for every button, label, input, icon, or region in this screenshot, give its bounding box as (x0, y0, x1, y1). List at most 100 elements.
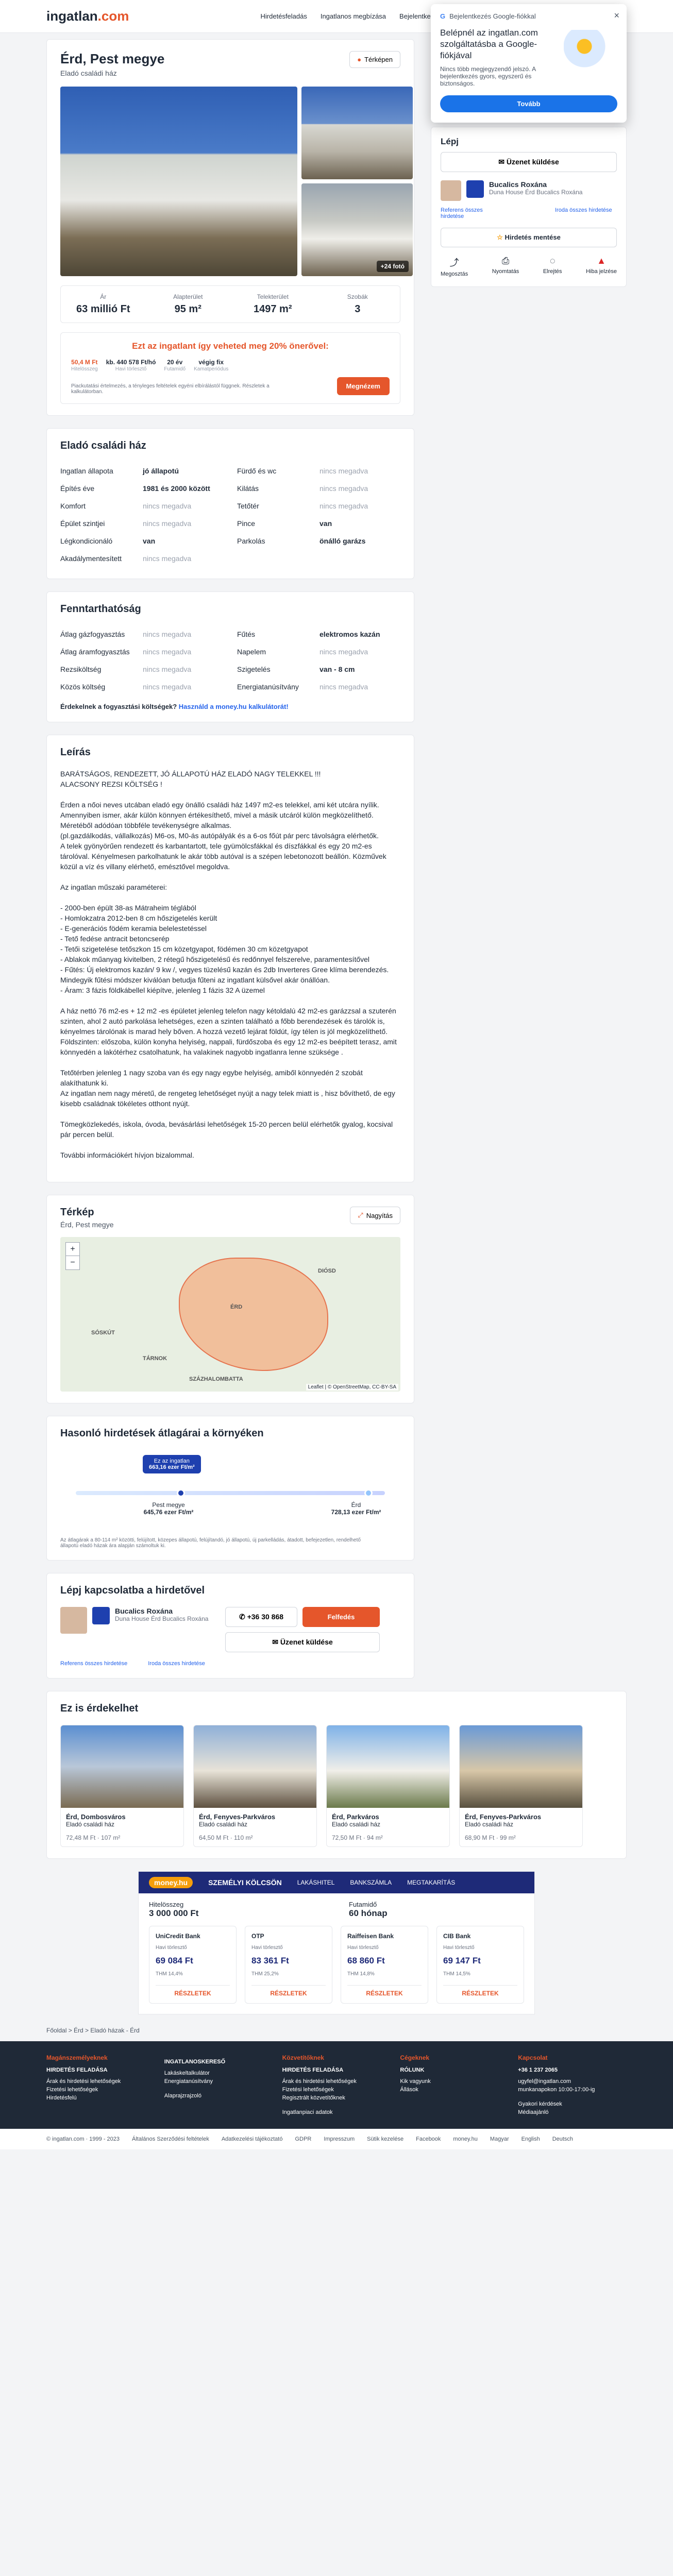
map[interactable]: + − ÉRD TÁRNOK DIÓSD SZÁZHALOMBATTA SÓSK… (60, 1237, 400, 1392)
footer-link[interactable] (282, 2102, 391, 2108)
bank-name: OTP (251, 1933, 264, 1940)
money-tab[interactable]: BANKSZÁMLA (350, 1879, 392, 1886)
recommendation-card[interactable]: Érd, Fenyves-Parkváros Eladó családi ház 6… (459, 1725, 583, 1847)
recommendation-card[interactable]: Érd, Dombosváros Eladó családi ház 72,48 M… (60, 1725, 184, 1847)
bank-thm: THM 14,8% (347, 1971, 375, 1977)
footer-bottom-link[interactable]: Adatkezelési tájékoztató (222, 2136, 283, 2142)
recommendation-photo[interactable] (327, 1725, 449, 1808)
money-amount[interactable]: Hitelösszeg 3 000 000 Ft (149, 1901, 198, 1919)
send-message-button[interactable]: ✉ Üzenet küldése (225, 1632, 380, 1652)
nav-agent[interactable]: Ingatlanos megbízása (321, 12, 386, 20)
footer-link[interactable] (518, 2094, 627, 2100)
footer-bottom-link[interactable]: Deutsch (552, 2136, 573, 2142)
hide-button[interactable]: ◌ Elrejtés (543, 256, 562, 277)
agent-all-listings-link[interactable]: Referens összes hirdetése (441, 207, 502, 219)
recommendation-title[interactable]: Érd, Parkváros (332, 1813, 444, 1821)
site-logo[interactable]: ingatlan.com (46, 8, 129, 24)
recommendation-title[interactable]: Érd, Dombosváros (66, 1813, 178, 1821)
param-label: Ingatlan állapota (60, 467, 113, 475)
close-icon[interactable]: × (614, 10, 619, 21)
footer-link[interactable]: Kik vagyunk (400, 2077, 509, 2086)
footer-link[interactable]: Alaprajzrajzoló (164, 2092, 273, 2100)
bank-details-link[interactable]: RÉSZLETEK (347, 1985, 422, 1997)
office-all-listings-link[interactable]: Iroda összes hirdetése (148, 1660, 205, 1667)
footer-bottom-link[interactable]: GDPR (295, 2136, 311, 2142)
footer-bottom-link[interactable]: Facebook (416, 2136, 441, 2142)
footer-link[interactable]: Árak és hirdetési lehetőségek (282, 2077, 391, 2086)
mail-icon: ✉ (272, 1638, 280, 1646)
money-title[interactable]: SZEMÉLYI KÖLCSÖN (208, 1878, 282, 1887)
recommendation-title[interactable]: Érd, Fenyves-Parkváros (465, 1813, 577, 1821)
bank-details-link[interactable]: RÉSZLETEK (443, 1985, 517, 1997)
param-value: van (319, 519, 332, 528)
bank-details-link[interactable]: RÉSZLETEK (251, 1985, 326, 1997)
params-column: Átlag gázfogyasztás nincs megadva Átlag ár… (60, 625, 224, 696)
side-photo[interactable] (301, 87, 413, 179)
footer-link[interactable] (164, 2086, 273, 2092)
footer-link[interactable]: Fizetési lehetőségek (282, 2086, 391, 2094)
recommendation-card[interactable]: Érd, Parkváros Eladó családi ház 72,50 M F… (326, 1725, 450, 1847)
recommendation-photo[interactable] (61, 1725, 183, 1808)
footer-bottom-link[interactable]: Sütik kezelése (367, 2136, 403, 2142)
zoom-out-button[interactable]: − (66, 1256, 79, 1269)
param-row: Napelem nincs megadva (237, 643, 400, 660)
photo-count-badge[interactable]: +24 fotó (376, 261, 409, 272)
footer-bottom-link[interactable]: English (521, 2136, 540, 2142)
loan-view-button[interactable]: Megnézem (336, 377, 390, 395)
footer-link[interactable]: Állások (400, 2086, 509, 2094)
footer-bottom-link[interactable]: © ingatlan.com · 1999 - 2023 (46, 2136, 120, 2142)
recommendation-photo[interactable] (194, 1725, 316, 1808)
footer-link[interactable]: Energiatanúsítvány (164, 2077, 273, 2086)
print-button[interactable]: ⎙ Nyomtatás (492, 256, 519, 277)
money-term[interactable]: Futamidő 60 hónap (349, 1901, 524, 1919)
map-button[interactable]: ● Térképen (349, 51, 400, 68)
footer-link[interactable]: ugyfel@ingatlan.com (518, 2077, 627, 2086)
save-listing-button[interactable]: ☆ Hirdetés mentése (441, 228, 617, 247)
money-tab[interactable]: MEGTAKARÍTÁS (407, 1879, 455, 1886)
sidebar-message-button[interactable]: ✉ Üzenet küldése (441, 152, 617, 172)
footer-bottom-link[interactable]: money.hu (453, 2136, 478, 2142)
nav-post-ad[interactable]: Hirdetésfeladás (261, 12, 307, 20)
google-continue-button[interactable]: Tovább (440, 95, 617, 112)
share-button[interactable]: ⤴ Megosztás (441, 256, 468, 277)
recommendation-photo[interactable] (460, 1725, 582, 1808)
footer-link[interactable]: Regisztrált közvetítőknek (282, 2094, 391, 2102)
footer-link[interactable]: Lakáskeltalkulátor (164, 2069, 273, 2077)
footer-bottom-link[interactable]: Általános Szerződési feltételek (132, 2136, 209, 2142)
office-all-listings-link[interactable]: Iroda összes hirdetése (555, 207, 617, 219)
footer-link[interactable]: munkanapokon 10:00-17:00-ig (518, 2086, 627, 2094)
footer-subheading[interactable]: HIRDETÉS FELADÁSA (46, 2066, 155, 2074)
money-tab[interactable]: LAKÁSHITEL (297, 1879, 335, 1886)
breadcrumb[interactable]: Főoldal > Érd > Eladó házak - Érd (46, 2027, 627, 2034)
footer-subheading[interactable]: INGATLANOSKERESŐ (164, 2058, 273, 2066)
param-value: van - 8 cm (319, 665, 355, 673)
footer-link[interactable]: Fizetési lehetőségek (46, 2086, 155, 2094)
map-label: TÁRNOK (143, 1355, 167, 1362)
param-row: Pince van (237, 515, 400, 532)
footer-bottom-link[interactable]: Magyar (490, 2136, 509, 2142)
recommendation-title[interactable]: Érd, Fenyves-Parkváros (199, 1813, 311, 1821)
main-photo[interactable] (60, 87, 297, 276)
footer-subheading[interactable]: +36 1 237 2065 (518, 2066, 627, 2074)
footer-link[interactable]: Árak és hirdetési lehetőségek (46, 2077, 155, 2086)
footer-bottom-link[interactable]: Impresszum (324, 2136, 355, 2142)
money-logo[interactable]: money.hu (149, 1877, 193, 1888)
recommendations-card: Ez is érdekelhet Érd, Dombosváros Eladó c… (46, 1691, 627, 1859)
phone-number[interactable]: ✆ +36 30 868 (225, 1607, 297, 1627)
report-button[interactable]: ▲ Hiba jelzése (586, 256, 617, 277)
recommendation-card[interactable]: Érd, Fenyves-Parkváros Eladó családi ház 6… (193, 1725, 317, 1847)
footer-link[interactable]: Médiaajánló (518, 2108, 627, 2116)
reveal-phone-button[interactable]: Felfedés (302, 1607, 380, 1627)
zoom-in-button[interactable]: + (66, 1243, 79, 1256)
money-calculator-link[interactable]: Használd a money.hu kalkulátorát! (179, 703, 289, 710)
bank-details-link[interactable]: RÉSZLETEK (156, 1985, 230, 1997)
agent-all-listings-link[interactable]: Referens összes hirdetése (60, 1660, 127, 1667)
footer-link[interactable]: Gyakori kérdések (518, 2100, 627, 2108)
footer-link[interactable]: Ingatlanpiaci adatok (282, 2108, 391, 2116)
enlarge-map-button[interactable]: ⤢ Nagyítás (350, 1207, 400, 1224)
footer-link[interactable]: Hirdetésfelú (46, 2094, 155, 2102)
footer-subheading[interactable]: RÓLUNK (400, 2066, 509, 2074)
param-value: nincs megadva (319, 648, 368, 656)
footer-subheading[interactable]: HIRDETÉS FELADÁSA (282, 2066, 391, 2074)
side-photo[interactable]: +24 fotó (301, 183, 413, 276)
